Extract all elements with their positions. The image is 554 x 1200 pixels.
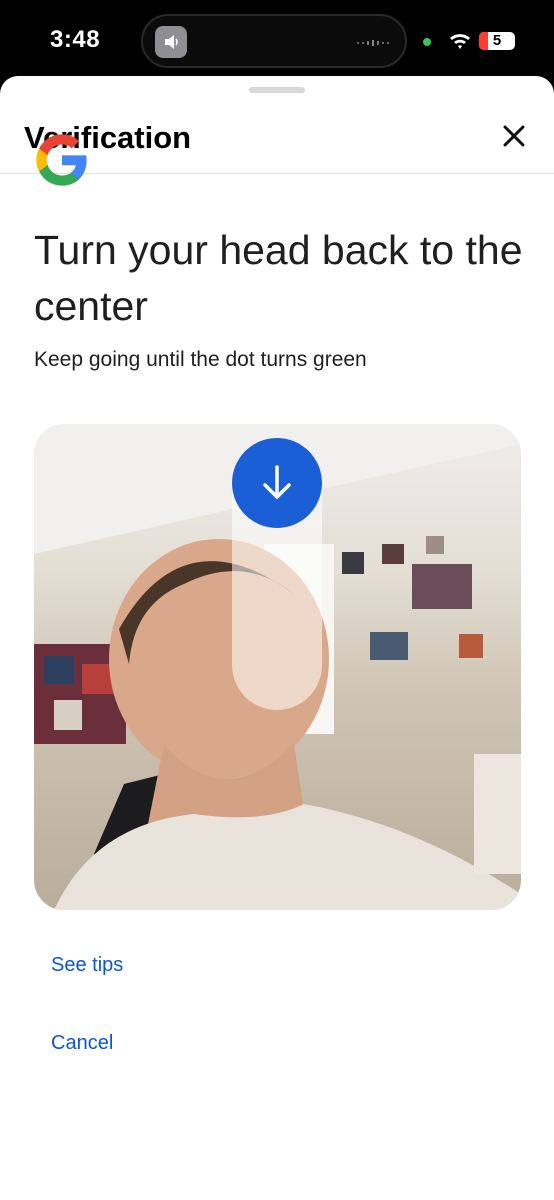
camera-preview xyxy=(34,424,521,910)
status-time: 3:48 xyxy=(50,26,101,53)
close-button[interactable] xyxy=(496,118,532,154)
dynamic-island xyxy=(141,14,407,68)
wifi-icon xyxy=(450,34,470,49)
instruction-subtitle: Keep going until the dot turns green xyxy=(34,348,367,371)
instruction-headline: Turn your head back to the center xyxy=(34,227,523,329)
sheet-grabber[interactable] xyxy=(249,87,305,93)
camera-indicator-dot xyxy=(423,38,431,46)
speaker-icon xyxy=(155,26,187,58)
battery-icon: 5 xyxy=(479,32,515,50)
see-tips-link[interactable]: See tips xyxy=(51,954,123,977)
google-logo-icon xyxy=(36,134,87,186)
close-icon xyxy=(503,125,525,147)
progress-dot xyxy=(232,438,322,528)
arrow-down-icon xyxy=(263,465,291,499)
status-bar: 3:48 5 xyxy=(0,0,554,80)
battery-level: 5 xyxy=(492,32,502,49)
cancel-link[interactable]: Cancel xyxy=(51,1032,113,1055)
audio-wave-icon xyxy=(357,40,389,46)
